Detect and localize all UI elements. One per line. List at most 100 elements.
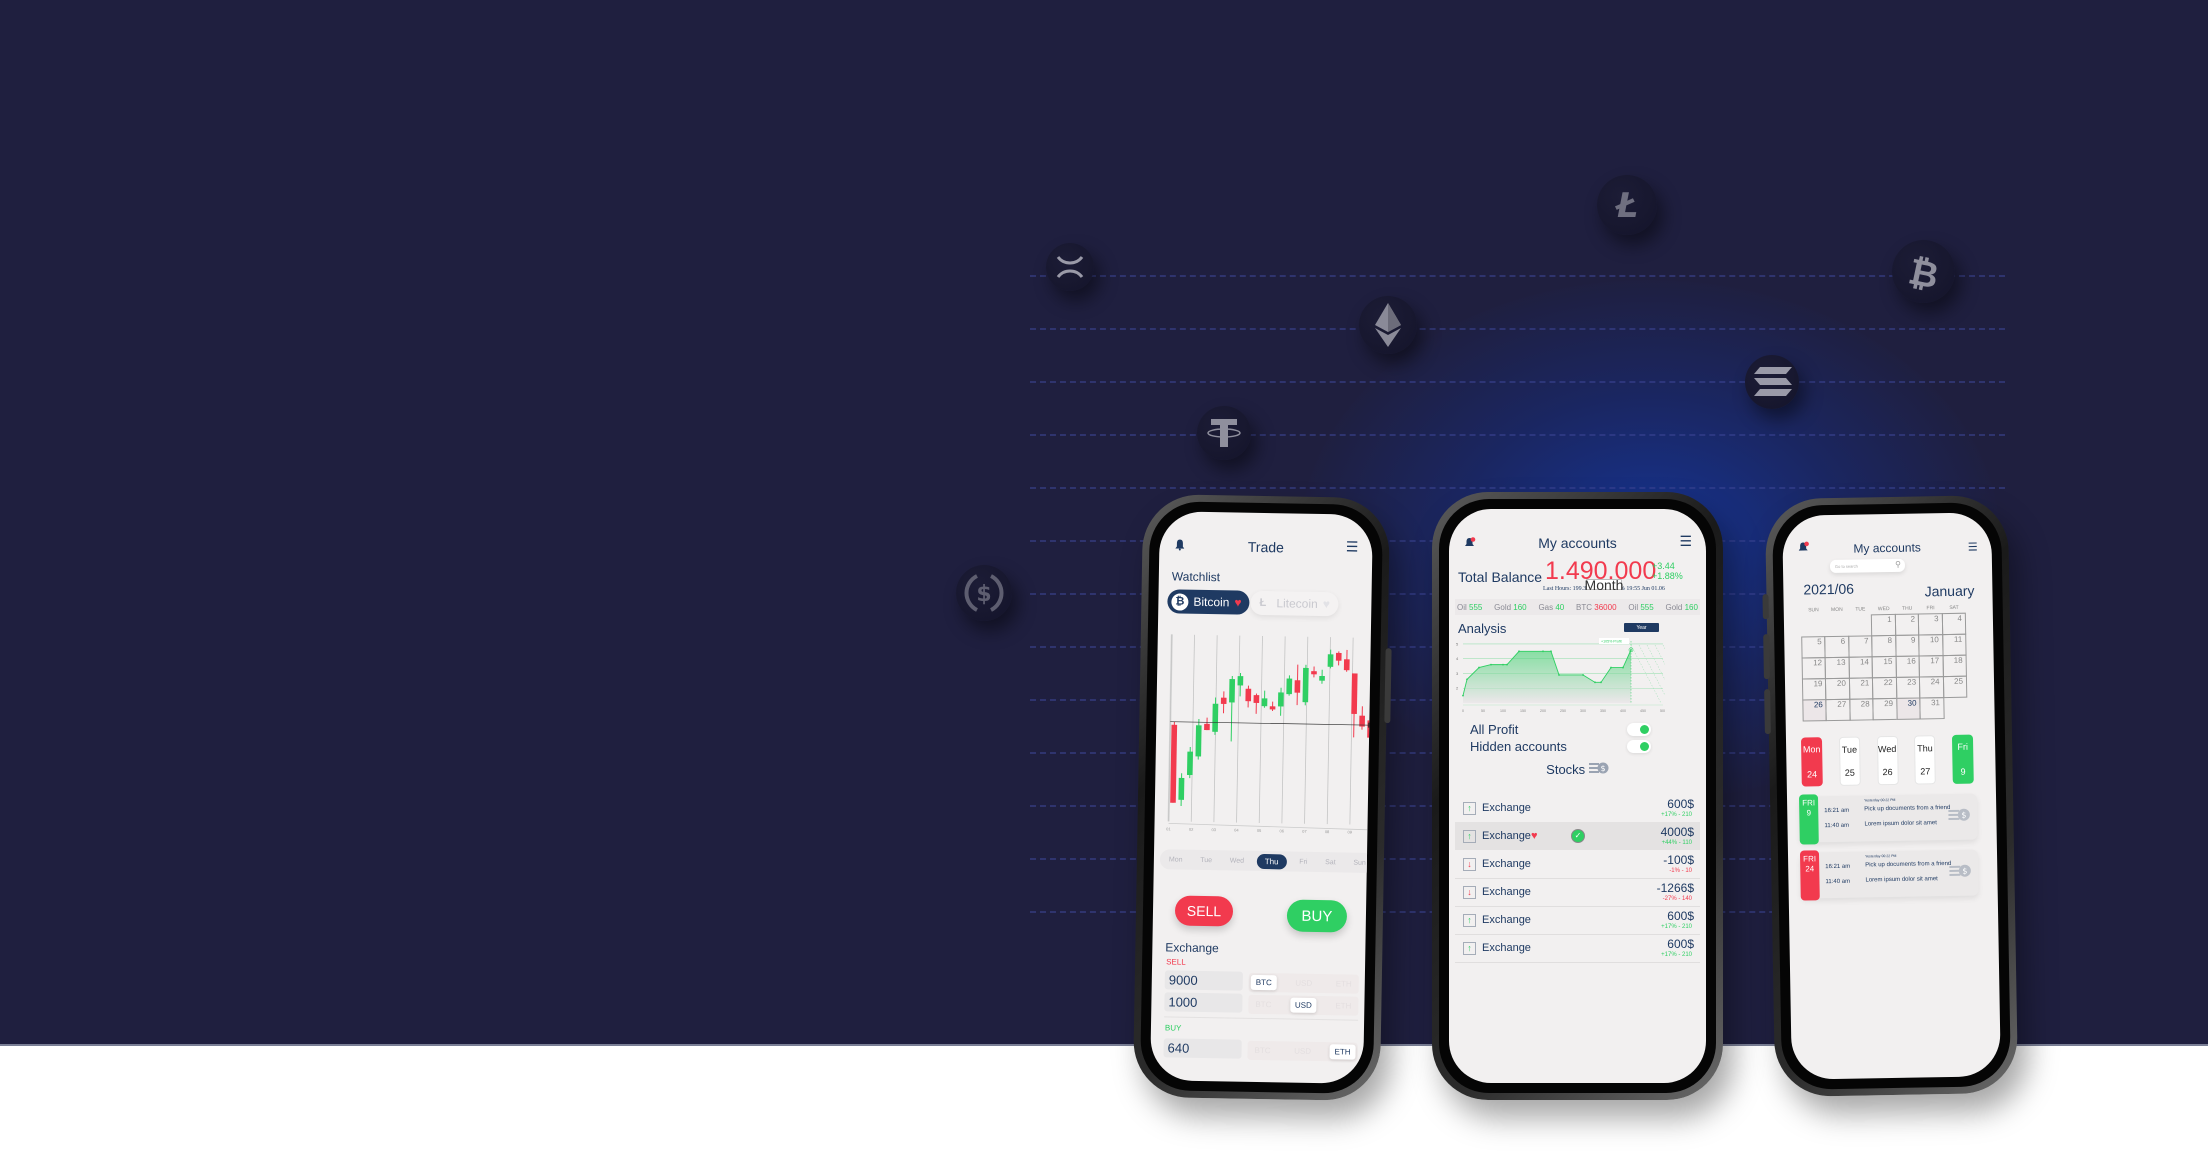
day-tab-mon[interactable]: Mon (1164, 854, 1188, 865)
calendar-day[interactable]: 21 (1848, 677, 1874, 700)
arrow-up-icon: ↑ (1463, 829, 1476, 843)
hamburger-menu-icon[interactable]: ☰ (1968, 540, 1978, 553)
event-card[interactable]: FRI 24 Yesterday 00:22 PM 16:21 am Pick up d… (1799, 849, 1979, 901)
calendar-day[interactable]: 20 (1825, 677, 1851, 701)
transaction-row[interactable]: ↓ Exchange -100$ -1% - 10 (1455, 850, 1700, 879)
calendar-day[interactable]: 1 (1871, 613, 1896, 637)
bell-notification-icon[interactable] (1798, 541, 1810, 555)
calendar-day[interactable]: 26 (1802, 699, 1828, 722)
calendar-day[interactable]: 6 (1824, 635, 1850, 659)
transaction-row[interactable]: ↑ Exchange 600$ +17% - 210 (1455, 906, 1700, 935)
buy-amount-input[interactable]: 640 (1163, 1038, 1242, 1059)
calendar-day[interactable]: 15 (1871, 655, 1897, 679)
calendar-day[interactable]: 9 (1894, 634, 1920, 657)
currency-option-usd[interactable]: USD (1289, 997, 1317, 1013)
transaction-row[interactable]: ↑ Exchange 600$ +17% - 210 (1455, 934, 1700, 963)
calendar-day[interactable]: 2 (1894, 613, 1920, 636)
bell-notification-icon[interactable] (1465, 535, 1476, 551)
month-toggle[interactable]: Month (1585, 577, 1624, 593)
week-day-card[interactable]: Fri 9 (1951, 734, 1974, 784)
calendar-day[interactable]: 4 (1941, 612, 1967, 636)
transaction-row[interactable]: ↑ Exchange 600$ +17% - 210 (1455, 794, 1700, 823)
calendar-day[interactable]: 10 (1918, 634, 1944, 657)
day-tab-tue[interactable]: Tue (1195, 854, 1217, 865)
all-profit-toggle[interactable] (1627, 723, 1651, 736)
calendar-day[interactable]: 19 (1801, 678, 1827, 701)
currency-option-eth[interactable]: ETH (1329, 1044, 1356, 1060)
watchlist-chip-bitcoin[interactable]: ₿ Bitcoin ♥ (1167, 589, 1250, 615)
hamburger-menu-icon[interactable]: ☰ (1346, 538, 1359, 555)
calendar-day[interactable]: 5 (1801, 636, 1827, 659)
calendar-day[interactable]: 13 (1824, 656, 1850, 680)
day-tab-fri[interactable]: Fri (1294, 856, 1312, 867)
calendar-day[interactable]: 12 (1801, 657, 1827, 680)
day-tab-sat[interactable]: Sat (1320, 857, 1341, 868)
currency-option-eth[interactable]: ETH (1330, 998, 1356, 1013)
calendar-day[interactable]: 22 (1872, 676, 1898, 700)
calendar-day[interactable]: 29 (1872, 697, 1898, 721)
day-tab-wed[interactable]: Wed (1225, 855, 1249, 866)
calendar-day[interactable]: 8 (1871, 634, 1897, 658)
calendar-day[interactable]: 30 (1895, 697, 1921, 720)
currency-option-btc[interactable]: BTC (1249, 1043, 1275, 1058)
search-icon[interactable]: ⚲ (1895, 560, 1901, 569)
calendar-day[interactable]: 23 (1895, 676, 1921, 699)
currency-option-usd[interactable]: USD (1290, 976, 1317, 991)
calendar-day[interactable]: 3 (1917, 613, 1943, 636)
currency-option-btc[interactable]: BTC (1250, 974, 1277, 991)
calendar-day[interactable]: 31 (1919, 697, 1945, 720)
currency-option-usd[interactable]: USD (1289, 1044, 1316, 1059)
coin-stack-icon: $ (1948, 808, 1970, 821)
day-tab-thu[interactable]: Thu (1256, 853, 1287, 869)
watchlist-chip-litecoin[interactable]: Ł Litecoin ♥ (1250, 590, 1339, 617)
calendar-day[interactable]: 14 (1848, 656, 1874, 679)
xrp-icon (1046, 243, 1094, 291)
currency-selector[interactable]: BTC USD ETH (1247, 1040, 1358, 1062)
sell-button[interactable]: SELL (1174, 895, 1234, 927)
bitcoin-icon: ₿ (1171, 592, 1189, 611)
day-selector: Mon Tue Wed Thu Fri Sat Sun (1159, 849, 1373, 873)
search-input[interactable]: Go to search ⚲ (1829, 558, 1906, 574)
ticker-item: Gold 160 (1494, 603, 1526, 612)
calendar-day[interactable]: 25 (1942, 675, 1968, 699)
hidden-accounts-toggle[interactable] (1627, 740, 1651, 753)
candle-up (1302, 667, 1309, 703)
transaction-row[interactable]: ↓ Exchange -1266$ -27% - 140 (1455, 878, 1700, 907)
year-toggle[interactable]: Year (1624, 623, 1659, 632)
calendar-day[interactable]: 16 (1895, 655, 1921, 678)
calendar-day[interactable]: 18 (1942, 654, 1967, 678)
heart-icon[interactable]: ♥ (1234, 595, 1241, 609)
sell-amount-input[interactable]: 9000 (1164, 970, 1243, 991)
calendar-day[interactable]: 11 (1941, 633, 1967, 657)
week-day-card[interactable]: Mon 24 (1800, 737, 1823, 787)
ticker-item: Gas 40 (1538, 603, 1564, 612)
heart-outline-icon[interactable]: ♥ (1323, 597, 1330, 611)
candle-up (1237, 676, 1244, 686)
currency-selector[interactable]: BTC USD ETH (1248, 994, 1359, 1016)
candlestick-chart[interactable]: 01020304050607080910 (1160, 626, 1373, 845)
hamburger-menu-icon[interactable]: ☰ (1679, 533, 1692, 550)
bell-icon[interactable] (1175, 537, 1185, 553)
calendar-day[interactable]: 17 (1918, 655, 1944, 678)
buy-button[interactable]: BUY (1286, 899, 1348, 933)
check-icon[interactable]: ✓ (1571, 829, 1585, 843)
week-day-card[interactable]: Thu 27 (1914, 735, 1937, 785)
analysis-area-chart[interactable]: 2345050100150200250300350400450500+105% … (1455, 637, 1665, 715)
week-day-card[interactable]: Tue 25 (1838, 736, 1861, 786)
ticker-value: 160 (1684, 602, 1698, 612)
calendar-day[interactable]: 28 (1849, 698, 1874, 721)
calendar-day[interactable]: 27 (1825, 698, 1851, 722)
event-card[interactable]: FRI 9 Yesterday 00:22 PM 16:21 am Pick up do… (1798, 793, 1978, 845)
solana-icon (1745, 355, 1799, 409)
transaction-row[interactable]: ↑ Exchange ♥ ✓ 4000$ +44% - 110 (1455, 822, 1700, 850)
currency-option-eth[interactable]: ETH (1331, 976, 1357, 991)
week-day-card[interactable]: Wed 26 (1876, 735, 1899, 786)
currency-selector[interactable]: BTC USD ETH (1248, 972, 1359, 994)
sell-amount-input-2[interactable]: 1000 (1164, 992, 1243, 1013)
currency-option-btc[interactable]: BTC (1250, 997, 1276, 1012)
calendar-day[interactable]: 24 (1919, 676, 1944, 699)
data-point (1518, 650, 1520, 653)
svg-text:Ł: Ł (1615, 187, 1638, 223)
heart-icon[interactable]: ♥ (1531, 830, 1538, 842)
calendar-day[interactable]: 7 (1848, 635, 1873, 658)
